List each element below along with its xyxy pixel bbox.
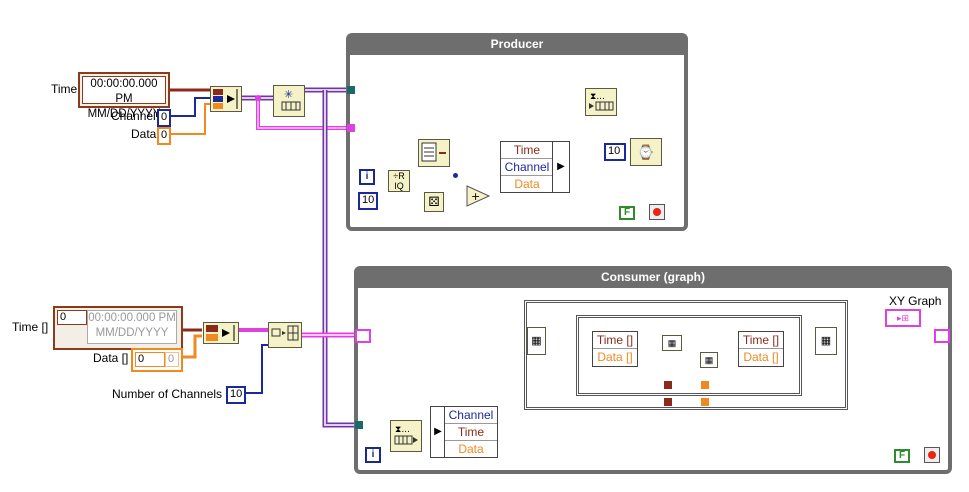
- tunnel-data-in: [701, 381, 709, 389]
- unbundle-row-data: Data: [458, 442, 484, 456]
- svg-text:⧗...: ⧗...: [395, 425, 410, 435]
- bundle-icon: [213, 89, 238, 109]
- unbundle-row-time: Time: [445, 424, 497, 441]
- producer-stop-constant[interactable]: F: [619, 206, 635, 220]
- calendar-clock-icon: [421, 142, 446, 162]
- random-number-node[interactable]: ⚄: [424, 192, 444, 212]
- num-channels-control[interactable]: 10: [226, 386, 246, 404]
- watch-icon: ⌚: [637, 144, 655, 160]
- wait-ms-node[interactable]: ⌚: [630, 138, 662, 166]
- array-index-icon: ▦: [531, 335, 542, 347]
- initialize-array-icon: [271, 325, 299, 341]
- svg-text:✳: ✳: [284, 88, 293, 101]
- xy-graph-terminal[interactable]: ▸⊞: [885, 309, 921, 327]
- svg-text:⧗...: ⧗...: [590, 92, 605, 102]
- initialize-array-node[interactable]: [268, 322, 302, 348]
- time-label: Time: [51, 82, 78, 96]
- consumer-shift-register-right: [934, 329, 950, 343]
- bundle-output-terminal: ▶: [552, 141, 570, 193]
- time-array-label: Time []: [12, 320, 49, 334]
- time-array-element[interactable]: 00:00:00.000 PM MM/DD/YYYY: [87, 310, 177, 344]
- time-array-index[interactable]: 0: [57, 310, 87, 325]
- num-channels-label: Number of Channels: [112, 387, 223, 401]
- time-control[interactable]: 00:00:00.000 PM MM/DD/YYYY: [78, 72, 170, 120]
- dequeue-icon: ⧗...: [394, 425, 418, 445]
- array-replace-icon: ▦: [820, 335, 832, 347]
- time-array-control[interactable]: 0 00:00:00.000 PM MM/DD/YYYY: [53, 306, 183, 350]
- data-control[interactable]: 0: [157, 127, 171, 145]
- quotient-remainder-node[interactable]: ÷R IQ: [388, 170, 410, 192]
- dice-icon: ⚄: [428, 194, 440, 209]
- add-node[interactable]: +: [466, 185, 491, 207]
- producer-while-loop[interactable]: Producer: [346, 33, 688, 231]
- obtain-queue-icon: ✳: [281, 88, 301, 111]
- time-array-element-line2: MM/DD/YYYY: [95, 327, 169, 339]
- inner-unbundle-data: Data []: [597, 350, 633, 364]
- build-cluster-array-node[interactable]: [203, 322, 239, 344]
- tunnel-time-outer: [664, 398, 672, 406]
- cluster-array-icon: [206, 325, 235, 341]
- data-array-element[interactable]: 0: [165, 352, 179, 367]
- producer-tunnel-queue: [347, 86, 355, 94]
- quotient-remainder-icon: ÷R IQ: [393, 171, 405, 191]
- wire-junction-blue: [453, 173, 458, 178]
- time-control-display[interactable]: 00:00:00.000 PM MM/DD/YYYY: [82, 76, 166, 120]
- bundle-row-channel: Channel: [501, 159, 553, 176]
- data-array-label: Data []: [93, 351, 129, 365]
- replace-subset-time-node[interactable]: ▦: [662, 335, 682, 351]
- data-array-index[interactable]: 0: [135, 352, 165, 367]
- channel-control[interactable]: 0: [157, 109, 171, 127]
- xy-graph-label: XY Graph: [889, 294, 942, 308]
- consumer-loop-title: Consumer (graph): [358, 270, 948, 288]
- obtain-queue-node[interactable]: ✳: [273, 85, 305, 117]
- producer-iteration-terminal: i: [359, 169, 375, 185]
- unbundle-row-channel: Channel: [445, 407, 497, 424]
- inner-unbundle-time: Time []: [593, 332, 637, 349]
- in-place-index-left[interactable]: ▦: [527, 327, 546, 355]
- consumer-stop-constant[interactable]: F: [894, 449, 910, 463]
- time-control-line1: 00:00:00.000 PM: [90, 78, 158, 105]
- junction-dot: [255, 95, 261, 101]
- consumer-shift-register-left: [355, 329, 371, 343]
- tunnel-data-outer: [701, 398, 709, 406]
- replace-subset-data-node[interactable]: ▦: [700, 352, 718, 368]
- tunnel-time-in: [664, 381, 672, 389]
- producer-bundle-by-name[interactable]: Time Channel Data: [500, 141, 554, 193]
- inner-bundle-right[interactable]: Time [] Data []: [738, 331, 784, 367]
- replace-subset-data-icon: ▦: [704, 355, 714, 365]
- inner-bundle-time: Time []: [739, 332, 783, 349]
- dequeue-element-node[interactable]: ⧗...: [390, 420, 422, 452]
- producer-wait-ms[interactable]: 10: [604, 143, 626, 161]
- inner-unbundle-left[interactable]: Time [] Data []: [592, 331, 638, 367]
- add-icon: +: [466, 185, 491, 207]
- replace-subset-time-icon: ▦: [667, 338, 677, 348]
- data-array-control[interactable]: 0 0: [131, 348, 183, 372]
- channel-label: Channel: [111, 109, 156, 123]
- enqueue-icon: ⧗...: [589, 92, 614, 111]
- data-label: Data: [131, 127, 157, 141]
- producer-stop-terminal[interactable]: [649, 204, 665, 220]
- time-array-element-line1: 00:00:00.000 PM: [88, 312, 176, 324]
- bundle-node-inputs[interactable]: [210, 86, 242, 112]
- producer-random-count[interactable]: 10: [358, 192, 378, 210]
- enqueue-element-node[interactable]: ⧗...: [585, 88, 617, 116]
- in-place-index-right[interactable]: ▦: [815, 327, 837, 355]
- producer-tunnel-cluster: [347, 124, 355, 132]
- svg-text:+: +: [471, 190, 480, 203]
- inner-bundle-data: Data []: [743, 350, 779, 364]
- bundle-row-data: Data: [514, 177, 540, 191]
- consumer-unbundle-by-name[interactable]: Channel Time Data: [444, 406, 498, 458]
- producer-loop-title: Producer: [350, 37, 684, 55]
- bundle-row-time: Time: [501, 142, 553, 159]
- consumer-stop-terminal[interactable]: [924, 447, 940, 463]
- get-date-time-node[interactable]: [418, 139, 450, 167]
- consumer-tunnel-queue: [355, 421, 363, 429]
- consumer-iteration-terminal: i: [365, 447, 381, 463]
